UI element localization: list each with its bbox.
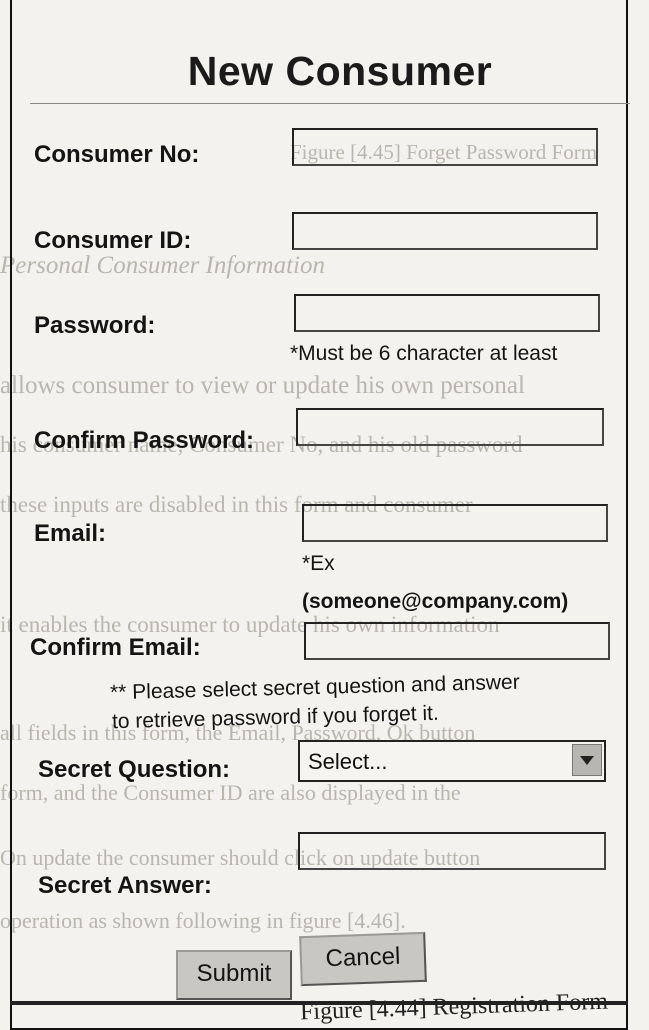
password-label: Password: <box>34 312 156 339</box>
chevron-down-icon[interactable] <box>572 744 602 776</box>
cancel-button[interactable]: Cancel <box>299 931 427 987</box>
confirm-password-label: Confirm Password: <box>34 427 255 454</box>
title-divider <box>30 103 630 104</box>
email-label: Email: <box>34 520 107 547</box>
confirm-password-field[interactable] <box>296 408 604 446</box>
email-hint-format: (someone@company.com) <box>302 590 569 613</box>
secret-question-label: Secret Question: <box>38 756 231 783</box>
consumer-id-label: Consumer ID: <box>34 227 192 254</box>
password-field[interactable] <box>294 294 600 332</box>
consumer-no-label: Consumer No: <box>34 141 200 168</box>
secret-answer-field[interactable] <box>298 832 606 870</box>
secret-question-select[interactable]: Select... <box>298 740 606 782</box>
confirm-email-field[interactable] <box>304 622 610 660</box>
consumer-id-field[interactable] <box>292 212 598 250</box>
email-field[interactable] <box>302 504 608 542</box>
form-title: New Consumer <box>187 48 493 94</box>
consumer-no-field[interactable] <box>292 128 598 166</box>
email-hint-example: *Ex <box>302 552 335 575</box>
secret-question-value: Select... <box>308 749 388 774</box>
confirm-email-label: Confirm Email: <box>30 634 201 661</box>
secret-answer-label: Secret Answer: <box>38 872 212 899</box>
password-hint: *Must be 6 character at least <box>290 342 558 365</box>
submit-button[interactable]: Submit <box>176 950 292 1000</box>
